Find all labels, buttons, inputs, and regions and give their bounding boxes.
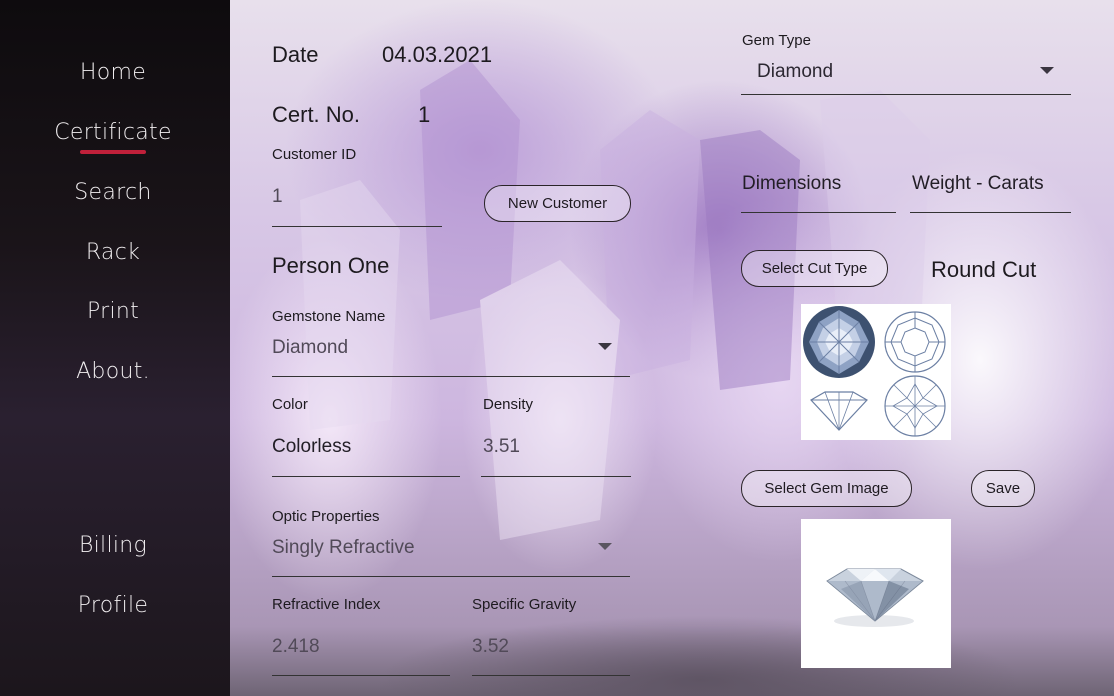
optic-properties-underline — [272, 576, 630, 577]
specific-gravity-label: Specific Gravity — [472, 596, 577, 613]
date-value: 04.03.2021 — [382, 42, 493, 67]
color-underline — [272, 476, 460, 477]
date-label: Date — [272, 42, 319, 67]
nav-item-home[interactable]: Home — [0, 60, 226, 85]
select-gem-image-button[interactable]: Select Gem Image — [741, 470, 912, 507]
density-input[interactable]: 3.51 — [483, 436, 520, 458]
cert-no-label: Cert. No. — [272, 102, 361, 127]
dimensions-underline — [741, 212, 896, 213]
active-nav-indicator — [80, 150, 146, 154]
specific-gravity-input[interactable]: 3.52 — [472, 636, 509, 658]
customer-name: Person One — [272, 253, 390, 278]
new-customer-button[interactable]: New Customer — [484, 185, 631, 222]
gem-image — [801, 519, 951, 668]
nav-item-rack[interactable]: Rack — [0, 240, 226, 265]
gemstone-name-underline — [272, 376, 630, 377]
nav-item-print[interactable]: Print — [0, 299, 226, 324]
cut-type-value: Round Cut — [931, 257, 1037, 282]
refractive-index-underline — [272, 675, 450, 676]
chevron-down-icon[interactable] — [598, 343, 612, 350]
gem-type-label: Gem Type — [742, 32, 811, 49]
cut-type-image — [801, 304, 951, 440]
color-input[interactable]: Colorless — [272, 436, 351, 458]
refractive-index-label: Refractive Index — [272, 596, 381, 613]
color-label: Color — [272, 396, 308, 413]
refractive-index-input[interactable]: 2.418 — [272, 636, 320, 658]
customer-id-input[interactable]: 1 — [272, 186, 283, 208]
select-cut-type-button[interactable]: Select Cut Type — [741, 250, 888, 287]
nav-item-billing[interactable]: Billing — [0, 533, 226, 558]
gemstone-name-label: Gemstone Name — [272, 308, 386, 325]
customer-id-label: Customer ID — [272, 146, 357, 163]
weight-carats-input[interactable]: Weight - Carats — [912, 173, 1044, 195]
specific-gravity-underline — [472, 675, 630, 676]
gemstone-name-select[interactable]: Diamond — [272, 337, 348, 359]
density-label: Density — [483, 396, 534, 413]
gem-type-select[interactable]: Diamond — [757, 61, 833, 83]
dimensions-input[interactable]: Dimensions — [742, 173, 841, 195]
optic-properties-select[interactable]: Singly Refractive — [272, 537, 415, 559]
cert-no-value: 1 — [418, 102, 431, 127]
sidebar: Home Certificate Search Rack Print About… — [0, 0, 230, 696]
save-button[interactable]: Save — [971, 470, 1035, 507]
chevron-down-icon[interactable] — [598, 543, 612, 550]
nav-item-profile[interactable]: Profile — [0, 593, 226, 618]
nav-item-about[interactable]: About. — [0, 359, 226, 384]
weight-carats-underline — [910, 212, 1071, 213]
density-underline — [481, 476, 631, 477]
chevron-down-icon[interactable] — [1040, 67, 1054, 74]
gem-type-underline — [741, 94, 1071, 95]
customer-id-underline — [272, 226, 442, 227]
nav-item-search[interactable]: Search — [0, 180, 226, 205]
optic-properties-label: Optic Properties — [272, 508, 380, 525]
nav-item-certificate[interactable]: Certificate — [0, 120, 226, 145]
